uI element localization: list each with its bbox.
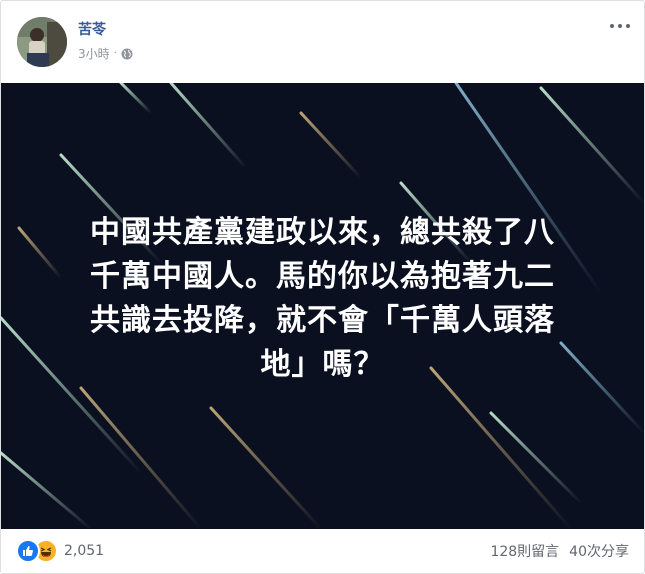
caption-line: 地」嗎？	[260, 347, 385, 382]
engagement-stats: 128則留言 40次分享	[490, 541, 629, 561]
reaction-count: 2,051	[64, 543, 105, 559]
more-options-icon[interactable]	[610, 19, 630, 33]
post-header: 苦苓 3小時 ·	[1, 1, 644, 83]
post-meta: 3小時 ·	[78, 45, 133, 62]
reactions-summary[interactable]: 2,051	[16, 539, 104, 563]
author-avatar[interactable]	[17, 17, 67, 67]
caption-line: 千萬中國人。馬的你以為抱著九二	[90, 259, 555, 294]
comment-count-link[interactable]: 128則留言	[490, 541, 559, 561]
post-footer: 2,051 128則留言 40次分享	[1, 529, 644, 573]
post-timestamp[interactable]: 3小時	[78, 45, 110, 62]
like-icon	[16, 539, 40, 563]
caption-line: 共識去投降，就不會「千萬人頭落	[90, 303, 555, 338]
globe-icon[interactable]	[121, 48, 133, 60]
caption-line: 中國共產黨建政以來，總共殺了八	[90, 215, 555, 250]
meta-separator: ·	[113, 48, 117, 59]
post-card: 苦苓 3小時 · 中國共產黨建政以來，總共殺了八 千萬中國人。馬的你以為抱著九二…	[0, 0, 645, 574]
image-caption-text: 中國共產黨建政以來，總共殺了八 千萬中國人。馬的你以為抱著九二 共識去投降，就不…	[31, 211, 614, 387]
post-image[interactable]: 中國共產黨建政以來，總共殺了八 千萬中國人。馬的你以為抱著九二 共識去投降，就不…	[1, 83, 644, 529]
author-name[interactable]: 苦苓	[78, 19, 106, 39]
share-count-link[interactable]: 40次分享	[569, 541, 629, 561]
